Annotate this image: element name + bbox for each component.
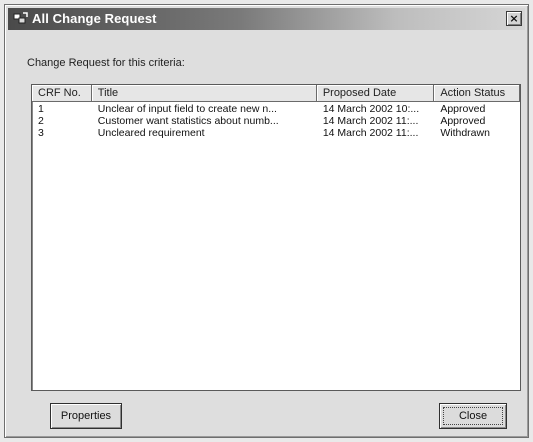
cell-title: Unclear of input field to create new n..…: [97, 103, 277, 115]
list-row[interactable]: 2 Customer want statistics about numb...…: [32, 115, 520, 127]
cell-proposed-date: 14 March 2002 10:...: [322, 103, 420, 115]
change-request-list[interactable]: CRF No. Title Proposed Date Action Statu…: [31, 84, 521, 391]
cell-title: Customer want statistics about numb...: [97, 115, 279, 127]
close-window-button[interactable]: ×: [506, 11, 522, 26]
dialog-window: All Change Request × Change Request for …: [4, 4, 529, 438]
cell-crf-no: 1: [38, 103, 44, 115]
cell-proposed-date: 14 March 2002 11:...: [322, 127, 419, 139]
title-bar[interactable]: All Change Request ×: [8, 8, 525, 30]
cell-title: Uncleared requirement: [97, 127, 205, 139]
column-header-crf-no[interactable]: CRF No.: [32, 85, 92, 102]
column-header-action-status[interactable]: Action Status: [434, 85, 520, 102]
cell-crf-no: 2: [38, 115, 44, 127]
properties-button[interactable]: Properties: [50, 403, 122, 429]
column-header-proposed-date[interactable]: Proposed Date: [316, 85, 435, 102]
column-header-title[interactable]: Title: [91, 85, 317, 102]
cell-proposed-date: 14 March 2002 11:...: [322, 115, 419, 127]
cell-crf-no: 3: [38, 127, 44, 139]
cell-action-status: Approved: [440, 115, 486, 127]
cell-action-status: Withdrawn: [440, 127, 490, 139]
app-icon: [13, 11, 29, 27]
list-header: CRF No. Title Proposed Date Action Statu…: [32, 85, 520, 102]
list-row[interactable]: 1 Unclear of input field to create new n…: [32, 103, 520, 115]
window-title: All Change Request: [32, 11, 157, 26]
list-row[interactable]: 3 Uncleared requirement 14 March 2002 11…: [32, 127, 520, 139]
criteria-label: Change Request for this criteria:: [27, 57, 185, 69]
close-icon: ×: [509, 12, 519, 25]
close-button[interactable]: Close: [439, 403, 507, 429]
cell-action-status: Approved: [440, 103, 486, 115]
list-rows: 1 Unclear of input field to create new n…: [32, 103, 520, 139]
